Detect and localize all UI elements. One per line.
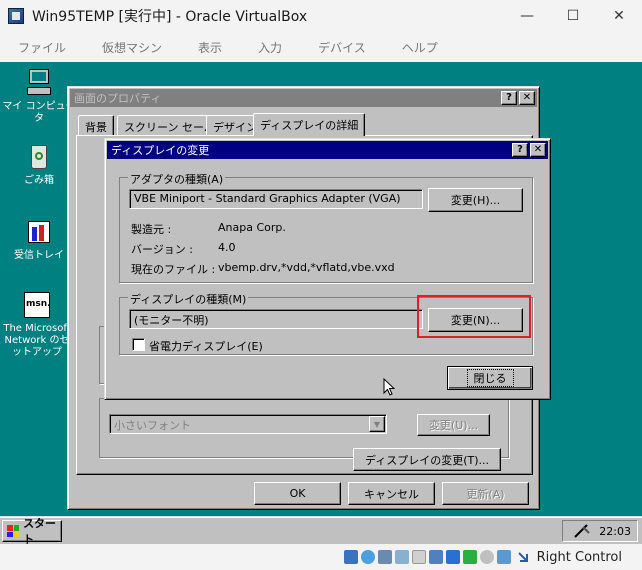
mouse-integration-icon[interactable] <box>496 550 511 564</box>
shared-folder-icon[interactable] <box>411 550 426 564</box>
current-files-label: 現在のファイル : <box>131 263 216 276</box>
version-label: バージョン : <box>131 243 193 256</box>
help-icon[interactable]: ? <box>512 143 528 157</box>
highlight-box <box>417 295 531 338</box>
display-settings-icon[interactable] <box>573 523 591 539</box>
desktop-icon-label: 受信トレイ <box>14 250 64 261</box>
desktop-icon-msn[interactable]: msn. The Microsoft Network のセットアップ <box>0 290 74 359</box>
help-icon[interactable]: ? <box>501 91 517 105</box>
apply-button[interactable]: 更新(A) <box>442 482 529 505</box>
dialog-title: ディスプレイの変更 <box>111 144 210 157</box>
menu-view[interactable]: 表示 <box>180 39 240 56</box>
taskbar-clock: 22:03 <box>599 524 631 538</box>
taskbar: スタート 22:03 <box>0 516 642 544</box>
start-button[interactable]: スタート <box>2 517 62 544</box>
start-label: スタート <box>23 517 57 544</box>
display-properties-titlebar[interactable]: 画面のプロパティ ? ✕ <box>70 89 537 107</box>
recording-icon[interactable] <box>479 550 494 564</box>
menu-input[interactable]: 入力 <box>240 39 300 56</box>
host-statusbar: Right Control <box>0 544 642 570</box>
manufacturer-value: Anapa Corp. <box>218 221 286 234</box>
cancel-button[interactable]: キャンセル <box>348 482 435 505</box>
system-tray: 22:03 <box>562 520 638 542</box>
menu-help[interactable]: ヘルプ <box>384 39 456 56</box>
desktop-icon-label: ごみ箱 <box>24 175 54 186</box>
desktop-icon-inbox[interactable]: 受信トレイ <box>2 217 76 262</box>
desktop-icon-recycle-bin[interactable]: ごみ箱 <box>2 142 76 187</box>
close-icon[interactable]: ✕ <box>519 91 535 105</box>
windows-logo-icon <box>7 525 20 537</box>
power-saving-checkbox[interactable] <box>132 338 145 351</box>
change-adapter-button[interactable]: 変更(H)... <box>428 188 523 212</box>
menu-devices[interactable]: デバイス <box>300 39 384 56</box>
host-key-label: Right Control <box>536 549 622 565</box>
manufacturer-label: 製造元 : <box>131 223 172 236</box>
monitor-type-legend: ディスプレイの種類(M) <box>128 291 249 307</box>
guest-screen: マイ コンピュータ ごみ箱 受信トレイ msn. The Microsoft N… <box>0 62 642 544</box>
tab-settings[interactable]: ディスプレイの詳細 <box>253 113 366 136</box>
monitor-type-field: (モニター不明) <box>129 309 423 329</box>
change-display-type-titlebar[interactable]: ディスプレイの変更 ? ✕ <box>107 141 548 159</box>
adapter-type-field: VBE Miniport - Standard Graphics Adapter… <box>129 189 423 209</box>
close-button-label: 閉じる <box>466 369 514 387</box>
close-icon[interactable]: ✕ <box>596 0 642 32</box>
mouse-cursor-icon <box>383 378 395 396</box>
version-value: 4.0 <box>218 241 236 254</box>
display-icon[interactable] <box>428 550 443 564</box>
tab-background[interactable]: 背景 <box>78 115 114 135</box>
combo-arrow-icon[interactable]: ▼ <box>369 416 385 432</box>
host-key-arrow-icon[interactable] <box>515 549 531 565</box>
maximize-icon[interactable]: ☐ <box>550 0 596 32</box>
change-font-button[interactable]: 変更(U)... <box>417 414 490 436</box>
hard-disk-icon[interactable] <box>343 550 358 564</box>
optical-drive-icon[interactable] <box>360 550 375 564</box>
menu-machine[interactable]: 仮想マシン <box>84 39 180 56</box>
power-saving-label[interactable]: 省電力ディスプレイ(E) <box>149 338 263 354</box>
desktop-icon-label: The Microsoft Network のセットアップ <box>3 323 71 358</box>
usb-icon[interactable] <box>462 550 477 564</box>
ok-button[interactable]: OK <box>254 482 341 505</box>
current-files-value: vbemp.drv,*vdd,*vflatd,vbe.vxd <box>218 261 395 274</box>
inbox-icon <box>24 217 54 247</box>
host-titlebar[interactable]: Win95TEMP [実行中] - Oracle VirtualBox — ☐ … <box>0 0 642 32</box>
msn-icon: msn. <box>22 290 52 320</box>
close-icon[interactable]: ✕ <box>530 143 546 157</box>
change-display-type-dialog: ディスプレイの変更 ? ✕ アダプタの種類(A) VBE Miniport - … <box>104 138 551 400</box>
window-title: 画面のプロパティ <box>74 92 162 105</box>
change-display-type-button[interactable]: ディスプレイの変更(T)... <box>353 448 501 471</box>
adapter-type-legend: アダプタの種類(A) <box>128 171 226 187</box>
desktop-icon-my-computer[interactable]: マイ コンピュータ <box>2 68 76 125</box>
minimize-icon[interactable]: — <box>504 0 550 32</box>
desktop-icon-label: マイ コンピュータ <box>2 101 76 124</box>
virtualbox-app-icon <box>8 8 24 24</box>
font-size-combo[interactable]: 小さいフォント <box>109 414 387 434</box>
menu-file[interactable]: ファイル <box>0 39 84 56</box>
host-window-title: Win95TEMP [実行中] - Oracle VirtualBox <box>32 9 308 25</box>
computer-icon <box>24 68 54 98</box>
floppy-icon[interactable] <box>377 550 392 564</box>
network-icon[interactable] <box>445 550 460 564</box>
host-menubar: ファイル 仮想マシン 表示 入力 デバイス ヘルプ <box>0 32 642 62</box>
recycle-bin-icon <box>24 142 54 172</box>
close-button[interactable]: 閉じる <box>447 366 533 390</box>
audio-icon[interactable] <box>394 550 409 564</box>
